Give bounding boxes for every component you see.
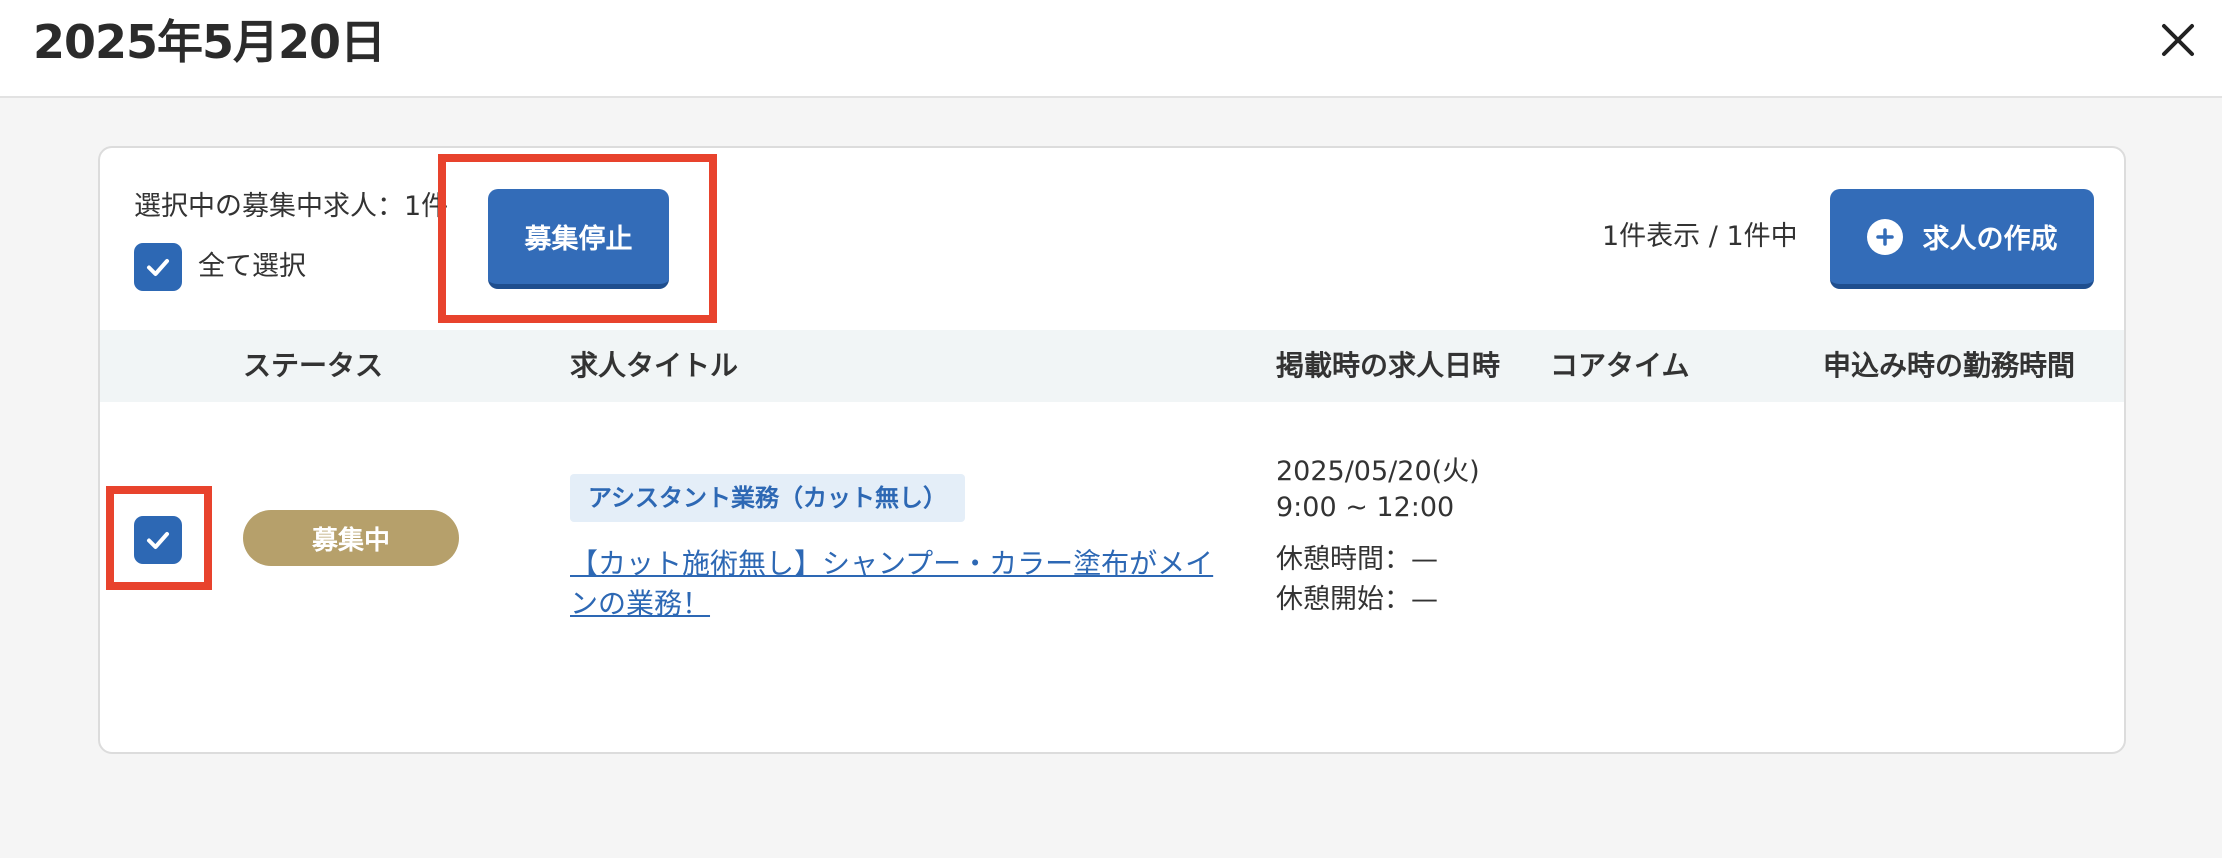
close-button[interactable]	[2158, 20, 2198, 60]
checkmark-icon	[147, 532, 169, 549]
page-title: 2025年5月20日	[33, 15, 386, 69]
break-time: 休憩時間：—	[1276, 544, 1438, 575]
status-badge: 募集中	[243, 510, 459, 566]
checkbox-checked[interactable]	[134, 243, 182, 291]
select-all-checkbox[interactable]: 全て選択	[134, 242, 306, 292]
result-count: 1件表示 / 1件中	[1602, 221, 1798, 252]
column-header-posted-datetime: 掲載時の求人日時	[1276, 349, 1501, 382]
close-icon	[2162, 24, 2194, 56]
column-header-work-hours: 申込み時の勤務時間	[1823, 349, 2076, 382]
break-start: 休憩開始：—	[1276, 584, 1438, 615]
column-header-status: ステータス	[243, 349, 384, 382]
table-header: ステータス 求人タイトル 掲載時の求人日時 コアタイム 申込み時の勤務時間	[100, 330, 2124, 402]
break-info: 休憩時間：— 休憩開始：—	[1276, 540, 1438, 620]
create-job-label: 求人の作成	[1922, 224, 2058, 255]
select-all-label: 全て選択	[198, 251, 306, 282]
column-header-title: 求人タイトル	[570, 349, 739, 382]
plus-icon	[1866, 218, 1903, 255]
checkmark-icon	[147, 259, 169, 276]
posted-datetime: 2025/05/20(火) 9:00 ~ 12:00	[1276, 454, 1480, 526]
column-header-core-time: コアタイム	[1550, 349, 1690, 382]
posted-time: 9:00 ~ 12:00	[1276, 492, 1455, 523]
stop-recruitment-button[interactable]: 募集停止	[488, 189, 669, 289]
modal-header: 2025年5月20日	[0, 0, 2222, 98]
category-tag: アシスタント業務（カット無し）	[570, 474, 966, 522]
selected-count-label: 選択中の募集中求人：1件	[134, 191, 449, 222]
posted-date: 2025/05/20(火)	[1276, 456, 1480, 487]
create-job-button[interactable]: 求人の作成	[1830, 189, 2094, 289]
row-checkbox[interactable]	[134, 516, 182, 564]
job-list-card: 選択中の募集中求人：1件 全て選択 募集停止 1件表示 / 1件中 求人の作成 …	[98, 146, 2126, 754]
job-title-link[interactable]: 【カット施術無し】シャンプー・カラー塗布がメインの業務！	[570, 544, 1220, 624]
checkbox-checked[interactable]	[134, 516, 182, 564]
